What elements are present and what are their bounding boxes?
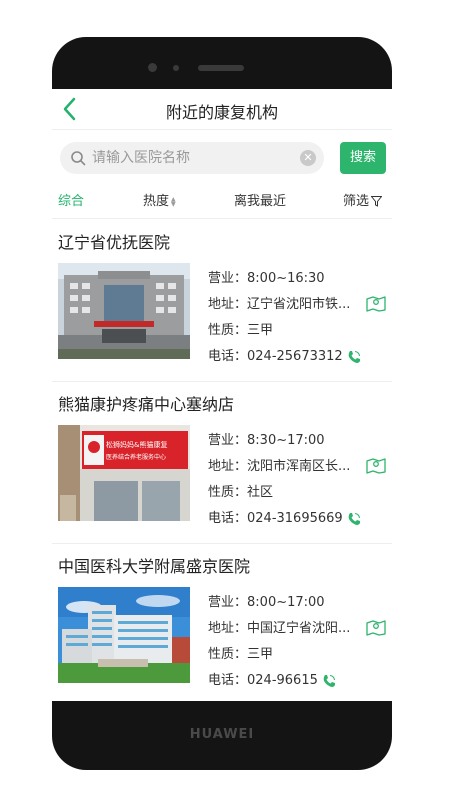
filter-tabs: 综合 热度 ▲ ▼ 离我最近 筛选 [52,186,392,219]
search-input[interactable] [92,142,292,174]
tab-label: 综合 [58,194,85,209]
phone-row[interactable]: 电话：024-96615 [208,669,336,688]
earpiece-speaker [198,65,244,71]
type-row: 性质：社区 [208,481,273,500]
phone-bottom-bezel: HUAWEI [52,701,392,770]
type-row: 性质：三甲 [208,319,273,338]
address-value: 辽宁省沈阳市铁... [247,297,351,312]
phone-value: 024-96615 [247,673,318,688]
phone-call-icon[interactable] [347,350,361,364]
filter-funnel-icon [371,196,383,207]
type-row: 性质：三甲 [208,643,273,662]
facility-name: 熊猫康护疼痛中心塞纳店 [58,395,235,414]
hours-row: 营业：8:30~17:00 [208,429,325,448]
address-label: 地址： [208,297,248,312]
search-icon [71,151,86,166]
hours-row: 营业：8:00~17:00 [208,591,325,610]
tab-filter[interactable]: 筛选 [343,190,383,209]
hours-value: 8:00~16:30 [247,271,325,286]
search-bar: ✕ [60,142,324,174]
address-value: 中国辽宁省沈阳... [247,621,351,636]
type-value: 三甲 [247,323,274,338]
type-label: 性质： [208,647,248,662]
tab-label: 筛选 [343,194,370,209]
hours-label: 营业： [208,595,248,610]
page-title: 附近的康复机构 [165,103,278,122]
nav-header: 附近的康复机构 [52,89,392,130]
phone-label: 电话： [208,349,248,364]
hours-label: 营业： [208,433,248,448]
facility-name: 中国医科大学附属盛京医院 [58,557,251,576]
facility-card[interactable]: 中国医科大学附属盛京医院 营业：8:00~17:00 地址：中国辽宁省沈阳...… [52,543,392,701]
sign-subtext: 医养结合养老服务中心 [106,453,166,461]
facility-photo: 松狮妈妈&熊猫康复 医养结合养老服务中心 [58,425,190,521]
sort-arrows-icon: ▲ ▼ [171,195,176,208]
tab-label: 离我最近 [234,194,287,209]
phone-value: 024-31695669 [247,511,343,526]
phone-row[interactable]: 电话：024-25673312 [208,345,361,364]
facility-card[interactable]: 熊猫康护疼痛中心塞纳店 松狮妈妈&熊猫康复 医养结合养老服务中心 营业：8:30… [52,381,392,544]
type-label: 性质： [208,485,248,500]
facility-photo [58,263,190,359]
phone-call-icon[interactable] [322,674,336,688]
address-label: 地址： [208,621,248,636]
phone-call-icon[interactable] [347,512,361,526]
map-location-icon[interactable] [366,618,386,636]
hours-row: 营业：8:00~16:30 [208,267,325,286]
phone-label: 电话： [208,673,248,688]
clear-icon[interactable]: ✕ [300,150,316,166]
address-row: 地址：沈阳市浑南区长... [208,455,350,474]
address-value: 沈阳市浑南区长... [247,459,351,474]
search-button[interactable]: 搜索 [340,142,386,174]
facility-name: 辽宁省优抚医院 [58,233,171,252]
address-label: 地址： [208,459,248,474]
type-value: 社区 [247,485,274,500]
tab-label: 热度 [143,194,170,209]
hours-label: 营业： [208,271,248,286]
type-label: 性质： [208,323,248,338]
address-row: 地址：中国辽宁省沈阳... [208,617,350,636]
map-location-icon[interactable] [366,456,386,474]
hours-value: 8:00~17:00 [247,595,325,610]
phone-row[interactable]: 电话：024-31695669 [208,507,361,526]
tab-comprehensive[interactable]: 综合 [58,190,84,209]
facility-card[interactable]: 辽宁省优抚医院 营业：8:00~16:30 地址：辽宁省沈阳市铁... 性质：三… [52,219,392,382]
tab-popularity[interactable]: 热度 ▲ ▼ [143,190,176,209]
sign-text: 松狮妈妈&熊猫康复 [106,440,167,449]
tab-nearest[interactable]: 离我最近 [234,190,286,209]
sensor [173,65,179,71]
type-value: 三甲 [247,647,274,662]
address-row: 地址：辽宁省沈阳市铁... [208,293,350,312]
device-brand: HUAWEI [189,727,255,742]
phone-label: 电话： [208,511,248,526]
facility-photo [58,587,190,683]
front-camera [148,63,157,72]
phone-top-bezel [52,37,392,87]
app-screen: 附近的康复机构 ✕ 搜索 综合 热度▲▼ 离我最近 筛选 辽宁省优抚医院 [52,89,392,701]
phone-value: 024-25673312 [247,349,343,364]
hours-value: 8:30~17:00 [247,433,325,448]
map-location-icon[interactable] [366,294,386,312]
phone-frame: 附近的康复机构 ✕ 搜索 综合 热度▲▼ 离我最近 筛选 辽宁省优抚医院 [52,37,392,770]
